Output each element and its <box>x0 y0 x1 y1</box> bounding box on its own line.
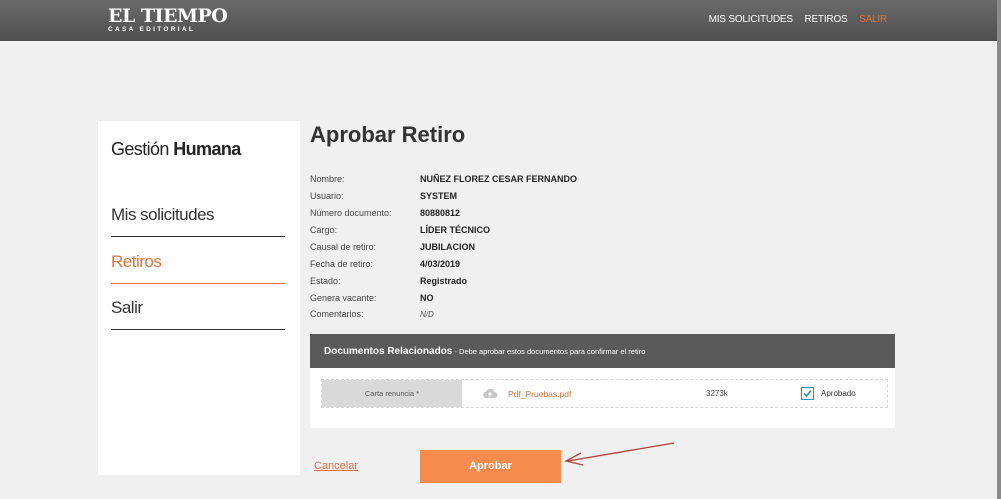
label-causal: Causal de retiro: <box>310 242 377 252</box>
label-fecha: Fecha de retiro: <box>310 259 374 269</box>
sidebar-title-bold: Humana <box>173 139 241 159</box>
label-usuario: Usuario: <box>310 191 344 201</box>
documents-heading-title: Documentos Relacionados <box>324 346 453 357</box>
documents-panel: Carta renuncia * Pdf_Pruebas.pdf 3273k A… <box>310 368 895 428</box>
sidebar-title-light: Gestión <box>111 139 169 159</box>
value-causal: JUBILACION <box>420 242 476 252</box>
value-vacante: NO <box>420 293 434 303</box>
nav-retiros[interactable]: RETIROS <box>804 14 847 25</box>
value-nombre: NUÑEZ FLOREZ CESAR FERNANDO <box>420 174 577 184</box>
logo-sub-text: CASA EDITORIAL <box>108 26 196 33</box>
sidebar-title: Gestión Humana <box>111 139 241 160</box>
value-fecha: 4/03/2019 <box>420 259 461 269</box>
sidebar-item-mis-solicitudes[interactable]: Mis solicitudes <box>111 205 285 237</box>
document-label: Carta renuncia * <box>322 380 462 407</box>
label-vacante: Genera vacante: <box>310 293 377 303</box>
documents-header: Documentos Relacionados - Debe aprobar e… <box>310 334 895 368</box>
approved-checkbox[interactable] <box>801 387 814 400</box>
approved-checkbox-label[interactable]: Aprobado <box>821 389 856 398</box>
annotation-arrow-icon <box>564 442 675 466</box>
document-file-link[interactable]: Pdf_Pruebas.pdf <box>508 389 571 399</box>
label-numero-documento: Número documento: <box>310 208 392 218</box>
top-nav: MIS SOLICITUDES RETIROS SALIR <box>700 14 888 25</box>
label-comentarios: Comentarios: <box>310 309 364 319</box>
value-numero-documento: 80880812 <box>420 208 461 218</box>
page-title: Aprobar Retiro <box>310 122 466 147</box>
label-nombre: Nombre: <box>310 174 345 184</box>
cancel-link[interactable]: Cancelar <box>314 460 358 472</box>
cloud-upload-icon[interactable] <box>482 387 498 399</box>
value-estado: Registrado <box>420 276 468 286</box>
documents-heading: Documentos Relacionados - Debe aprobar e… <box>324 346 645 357</box>
document-file-size: 3273k <box>706 389 728 398</box>
logo[interactable]: EL TIEMPO CASA EDITORIAL <box>108 5 228 34</box>
documents-heading-note: - Debe aprobar estos documentos para con… <box>452 347 646 356</box>
sidebar-item-retiros[interactable]: Retiros <box>111 252 285 284</box>
top-navbar: EL TIEMPO CASA EDITORIAL MIS SOLICITUDES… <box>0 0 997 41</box>
document-row: Carta renuncia * Pdf_Pruebas.pdf 3273k A… <box>321 379 888 408</box>
value-cargo: LÍDER TÉCNICO <box>420 225 491 235</box>
label-estado: Estado: <box>310 276 341 286</box>
value-usuario: SYSTEM <box>420 191 458 201</box>
sidebar: Gestión Humana Mis solicitudes Retiros S… <box>98 121 300 475</box>
check-icon <box>803 389 812 398</box>
nav-mis-solicitudes[interactable]: MIS SOLICITUDES <box>709 14 793 25</box>
window-edge <box>997 0 1001 499</box>
logo-main-text: EL TIEMPO <box>108 5 228 27</box>
label-cargo: Cargo: <box>310 225 338 235</box>
approve-button[interactable]: Aprobar <box>420 450 561 483</box>
nav-salir[interactable]: SALIR <box>859 14 887 25</box>
value-comentarios: N/D <box>420 310 434 319</box>
sidebar-item-salir[interactable]: Salir <box>111 298 285 330</box>
